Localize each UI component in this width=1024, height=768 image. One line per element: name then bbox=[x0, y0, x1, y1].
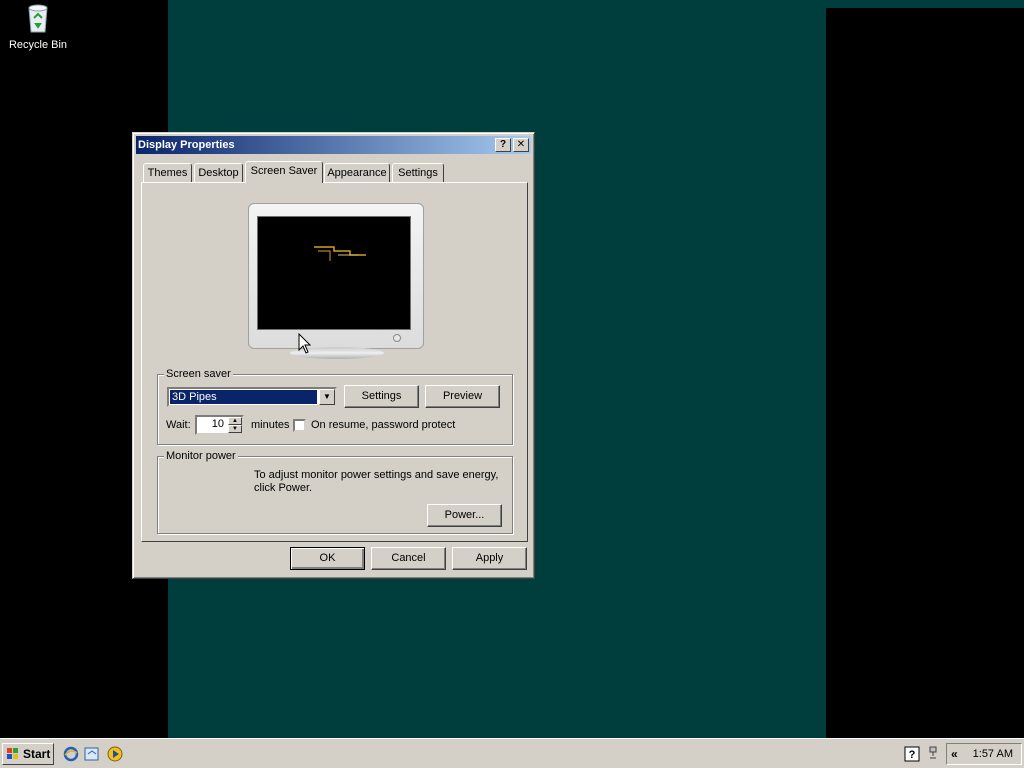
desktop-icon-recycle-bin[interactable]: Recycle Bin bbox=[6, 2, 70, 51]
screen-saver-group-title: Screen saver bbox=[164, 368, 233, 380]
spin-buttons[interactable]: ▲ ▼ bbox=[228, 417, 242, 433]
monitor-power-description-2: click Power. bbox=[254, 482, 313, 494]
tab-appearance[interactable]: Appearance bbox=[324, 163, 390, 183]
monitor-power-group: Monitor power To adjust monitor power se… bbox=[157, 450, 513, 534]
internet-explorer-icon[interactable] bbox=[63, 746, 79, 762]
power-button[interactable]: Power... bbox=[427, 504, 502, 527]
windows-logo-icon bbox=[7, 748, 18, 759]
minutes-label: minutes bbox=[251, 419, 290, 431]
help-button[interactable]: ? bbox=[495, 138, 511, 152]
help-icon[interactable]: ? bbox=[904, 746, 920, 762]
ok-button[interactable]: OK bbox=[290, 547, 365, 570]
cancel-button[interactable]: Cancel bbox=[371, 547, 446, 570]
spin-down-icon[interactable]: ▼ bbox=[228, 425, 242, 433]
spin-up-icon[interactable]: ▲ bbox=[228, 417, 242, 425]
monitor-power-group-title: Monitor power bbox=[164, 450, 238, 462]
network-icon[interactable] bbox=[926, 746, 942, 762]
screen-saver-selected: 3D Pipes bbox=[170, 390, 317, 404]
tab-settings[interactable]: Settings bbox=[392, 163, 444, 183]
wait-value: 10 bbox=[211, 418, 224, 430]
preview-screen bbox=[257, 216, 411, 330]
desktop-background-strip bbox=[826, 0, 1024, 8]
chevron-down-icon[interactable]: ▼ bbox=[319, 389, 335, 405]
screen-saver-settings-button[interactable]: Settings bbox=[344, 385, 419, 408]
display-properties-dialog: Display Properties ? ✕ Themes Desktop Sc… bbox=[132, 132, 535, 579]
monitor-power-description-1: To adjust monitor power settings and sav… bbox=[254, 469, 499, 481]
start-label: Start bbox=[23, 747, 51, 761]
dialog-titlebar[interactable]: Display Properties ? ✕ bbox=[136, 136, 531, 154]
screen-saver-select[interactable]: 3D Pipes ▼ bbox=[167, 387, 337, 407]
outlook-express-icon[interactable] bbox=[84, 746, 100, 762]
password-protect-label[interactable]: On resume, password protect bbox=[311, 419, 455, 431]
taskbar: Start ? « 1:57 AM bbox=[0, 738, 1024, 768]
desktop-icon-label: Recycle Bin bbox=[8, 39, 68, 51]
media-player-icon[interactable] bbox=[107, 746, 123, 762]
tab-screen-saver[interactable]: Screen Saver bbox=[245, 161, 323, 183]
monitor-preview bbox=[248, 203, 424, 349]
tab-themes[interactable]: Themes bbox=[143, 163, 192, 183]
wait-label: Wait: bbox=[166, 419, 191, 431]
recycle-bin-icon bbox=[28, 4, 48, 33]
svg-text:?: ? bbox=[909, 749, 916, 761]
apply-button[interactable]: Apply bbox=[452, 547, 527, 570]
tab-desktop[interactable]: Desktop bbox=[194, 163, 243, 183]
clock[interactable]: 1:57 AM bbox=[973, 748, 1013, 760]
start-button[interactable]: Start bbox=[2, 743, 54, 765]
pipes-preview-icon bbox=[314, 246, 366, 261]
power-led bbox=[393, 334, 401, 342]
dialog-title: Display Properties bbox=[138, 139, 235, 151]
wait-stepper[interactable]: 10 ▲ ▼ bbox=[195, 415, 244, 435]
preview-button[interactable]: Preview bbox=[425, 385, 500, 408]
screen-saver-panel: Screen saver 3D Pipes ▼ Settings Preview… bbox=[141, 182, 528, 542]
password-protect-checkbox[interactable] bbox=[293, 419, 306, 432]
screen-saver-group: Screen saver 3D Pipes ▼ Settings Preview… bbox=[157, 368, 513, 445]
system-tray: « 1:57 AM bbox=[946, 743, 1022, 765]
mouse-cursor-icon bbox=[298, 333, 312, 354]
tray-expand-icon[interactable]: « bbox=[951, 747, 958, 761]
close-button[interactable]: ✕ bbox=[513, 138, 529, 152]
